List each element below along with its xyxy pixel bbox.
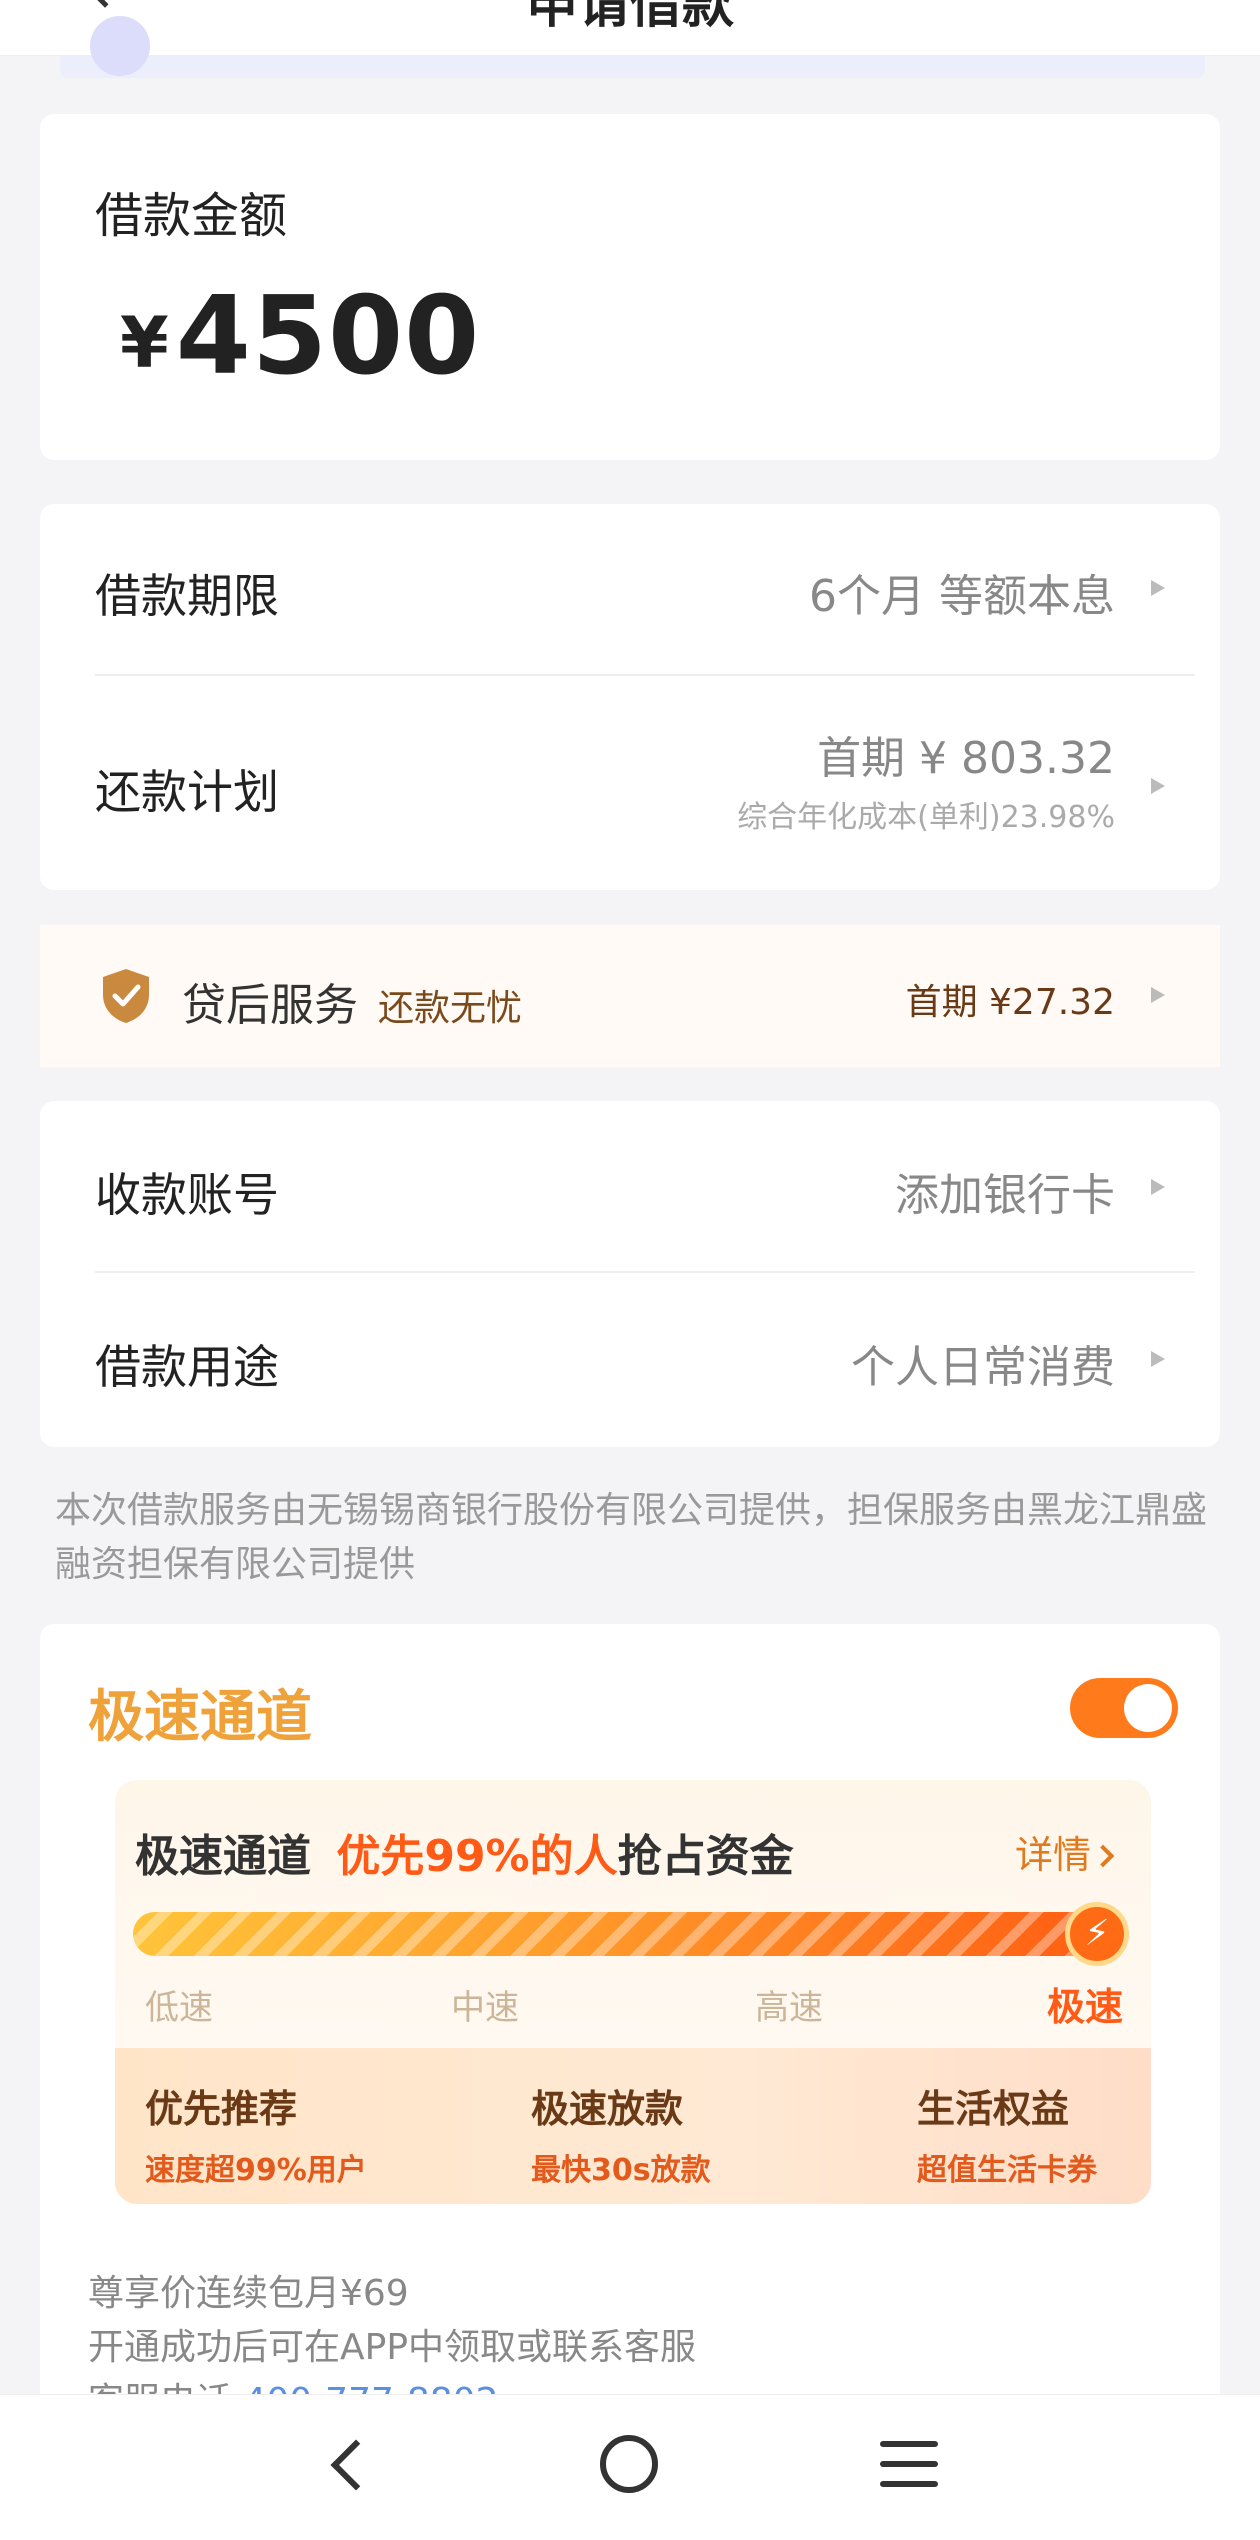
chevron-right-icon bbox=[1091, 1844, 1115, 1868]
chevron-right-icon bbox=[1151, 778, 1165, 794]
amount-value[interactable]: ¥4500 bbox=[120, 274, 480, 399]
service-disclaimer: 本次借款服务由无锡锡商银行股份有限公司提供，担保服务由黑龙江鼎盛融资担保有限公司… bbox=[55, 1490, 1208, 1585]
annual-cost-note: 综合年化成本(单利)23.98% bbox=[737, 800, 1115, 835]
nav-home-icon[interactable] bbox=[600, 2435, 658, 2493]
speed-level-medium: 中速 bbox=[451, 1988, 519, 2028]
details-link[interactable]: 详情 bbox=[1014, 1824, 1115, 1879]
repayment-plan-label: 还款计划 bbox=[95, 765, 279, 819]
speed-level-max: 极速 bbox=[1047, 1985, 1124, 2029]
shield-icon bbox=[103, 969, 149, 1023]
amount-label: 借款金额 bbox=[95, 188, 288, 244]
chevron-right-icon bbox=[1151, 1179, 1165, 1195]
chevron-right-icon bbox=[1151, 987, 1165, 1003]
promo-head-highlight: 优先99%的人 bbox=[336, 1831, 618, 1882]
speed-level-high: 高速 bbox=[755, 1988, 823, 2028]
details-label: 详情 bbox=[1014, 1833, 1091, 1877]
express-channel-toggle[interactable] bbox=[1070, 1678, 1178, 1738]
currency-symbol: ¥ bbox=[120, 302, 170, 384]
benefit-title: 极速放款 bbox=[531, 2087, 684, 2131]
loan-term-label: 借款期限 bbox=[95, 569, 279, 623]
chevron-right-icon bbox=[1151, 580, 1165, 596]
benefit-title: 优先推荐 bbox=[145, 2087, 298, 2131]
loan-amount-card: 借款金额 ¥4500 bbox=[40, 114, 1220, 460]
loan-term-row[interactable]: 借款期限 6个月 等额本息 bbox=[40, 504, 1220, 674]
nav-back-icon[interactable] bbox=[330, 2439, 382, 2491]
lightning-icon: ⚡ bbox=[1065, 1902, 1129, 1966]
post-loan-service-row[interactable]: 贷后服务 还款无忧 首期 ¥27.32 bbox=[40, 925, 1220, 1067]
chevron-right-icon bbox=[1151, 1351, 1165, 1367]
speed-progress-bar bbox=[133, 1912, 1118, 1956]
account-card: 收款账号 添加银行卡 借款用途 个人日常消费 bbox=[40, 1101, 1220, 1447]
loan-purpose-label: 借款用途 bbox=[95, 1340, 279, 1394]
service-fee-value: 首期 ¥27.32 bbox=[905, 982, 1115, 1023]
toggle-knob bbox=[1124, 1684, 1172, 1732]
loan-terms-card: 借款期限 6个月 等额本息 还款计划 首期 ¥ 803.32 综合年化成本(单利… bbox=[40, 504, 1220, 890]
first-payment-value: 首期 ¥ 803.32 bbox=[817, 733, 1115, 784]
benefits-strip: 优先推荐 速度超99%用户 极速放款 最快30s放款 生活权益 超值生活卡券 bbox=[115, 2048, 1151, 2204]
benefit-fast-loan: 极速放款 最快30s放款 bbox=[531, 2078, 711, 2189]
service-title-text: 贷后服务 bbox=[182, 980, 358, 1031]
service-subtitle: 还款无忧 bbox=[378, 988, 523, 1029]
receiving-account-label: 收款账号 bbox=[95, 1168, 279, 1222]
notice-banner bbox=[60, 16, 1205, 78]
receiving-account-row[interactable]: 收款账号 添加银行卡 bbox=[40, 1101, 1220, 1271]
loan-purpose-row[interactable]: 借款用途 个人日常消费 bbox=[40, 1273, 1220, 1447]
promo-head-suffix: 抢占资金 bbox=[617, 1831, 794, 1882]
benefit-sub: 最快30s放款 bbox=[531, 2153, 711, 2188]
system-navigation-bar bbox=[0, 2394, 1260, 2540]
express-channel-title: 极速通道 bbox=[88, 1685, 312, 1750]
loan-purpose-value: 个人日常消费 bbox=[851, 1342, 1115, 1393]
benefit-life-rights: 生活权益 超值生活卡券 bbox=[917, 2078, 1097, 2189]
page-title: 申请借款 bbox=[525, 0, 734, 35]
benefit-priority: 优先推荐 速度超99%用户 bbox=[145, 2078, 367, 2189]
express-promo-panel: 极速通道 优先99%的人抢占资金 详情 ⚡ 低速 中速 高速 极速 优先推荐 速… bbox=[115, 1780, 1151, 2204]
top-bar: 申请借款 bbox=[0, 0, 1260, 56]
add-bank-card-link: 添加银行卡 bbox=[895, 1170, 1115, 1221]
promo-head-prefix: 极速通道 bbox=[135, 1831, 311, 1882]
benefit-sub: 超值生活卡券 bbox=[917, 2153, 1097, 2188]
amount-number: 4500 bbox=[175, 274, 481, 399]
service-title: 贷后服务 还款无忧 bbox=[182, 969, 522, 1033]
speed-level-low: 低速 bbox=[145, 1988, 213, 2028]
price-note: 尊享价连续包月¥69 bbox=[88, 2273, 409, 2314]
loan-term-value: 6个月 等额本息 bbox=[809, 571, 1115, 622]
nav-menu-icon[interactable] bbox=[880, 2441, 938, 2487]
service-note: 开通成功后可在APP中领取或联系客服 bbox=[88, 2327, 697, 2368]
repayment-plan-row[interactable]: 还款计划 首期 ¥ 803.32 综合年化成本(单利)23.98% bbox=[40, 676, 1220, 890]
benefit-sub: 速度超99%用户 bbox=[145, 2153, 367, 2188]
notice-icon bbox=[90, 16, 150, 76]
promo-headline: 极速通道 优先99%的人抢占资金 bbox=[135, 1820, 794, 1884]
benefit-title: 生活权益 bbox=[917, 2087, 1070, 2131]
